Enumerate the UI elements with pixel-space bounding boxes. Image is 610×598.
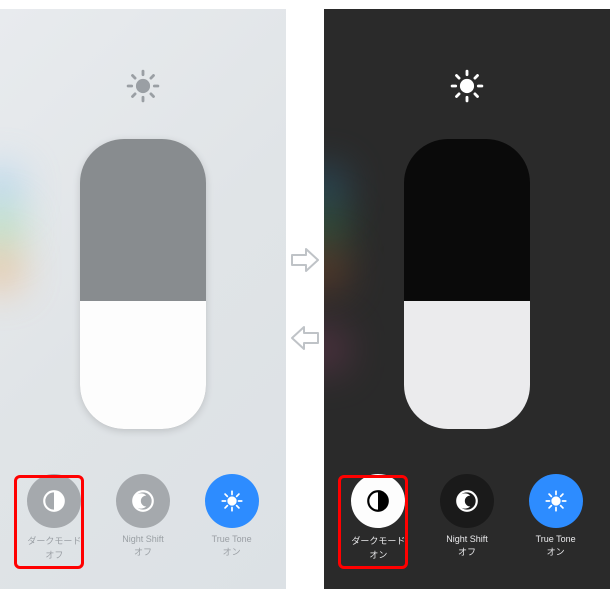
night-shift-toggle[interactable]: Night Shift オフ	[426, 474, 508, 561]
true-tone-status: オン	[223, 545, 241, 558]
arrow-right-icon	[290, 246, 320, 274]
true-tone-toggle[interactable]: True Tone オン	[191, 474, 273, 561]
true-tone-label: True Tone	[212, 534, 252, 544]
dark-mode-icon	[351, 474, 405, 528]
night-shift-status: オフ	[134, 545, 152, 558]
night-shift-status: オフ	[458, 545, 476, 558]
brightness-slider[interactable]	[404, 139, 530, 429]
brightness-sun-icon	[450, 69, 484, 108]
brightness-slider[interactable]	[80, 139, 206, 429]
night-shift-icon	[440, 474, 494, 528]
dark-mode-status: オフ	[45, 548, 63, 561]
display-toggles-row: ダークモード オン Night Shift オフ True Tone オン	[324, 474, 610, 561]
night-shift-label: Night Shift	[122, 534, 164, 544]
brightness-sun-icon	[126, 69, 160, 108]
true-tone-status: オン	[547, 545, 565, 558]
night-shift-label: Night Shift	[446, 534, 488, 544]
arrow-left-icon	[290, 324, 320, 352]
dark-mode-toggle[interactable]: ダークモード オフ	[13, 474, 95, 561]
dark-mode-label: ダークモード	[351, 534, 405, 547]
brightness-slider-fill	[80, 301, 206, 429]
true-tone-label: True Tone	[536, 534, 576, 544]
display-toggles-row: ダークモード オフ Night Shift オフ True Tone オン	[0, 474, 286, 561]
dark-mode-status: オン	[369, 548, 387, 561]
brightness-slider-fill	[404, 301, 530, 429]
true-tone-toggle[interactable]: True Tone オン	[515, 474, 597, 561]
transition-arrows	[286, 9, 324, 589]
dark-mode-icon	[27, 474, 81, 528]
true-tone-icon	[529, 474, 583, 528]
night-shift-icon	[116, 474, 170, 528]
night-shift-toggle[interactable]: Night Shift オフ	[102, 474, 184, 561]
dark-mode-toggle[interactable]: ダークモード オン	[337, 474, 419, 561]
brightness-panel-light: ダークモード オフ Night Shift オフ True Tone オン	[0, 9, 286, 589]
dark-mode-label: ダークモード	[27, 534, 81, 547]
true-tone-icon	[205, 474, 259, 528]
brightness-panel-dark: ダークモード オン Night Shift オフ True Tone オン	[324, 9, 610, 589]
